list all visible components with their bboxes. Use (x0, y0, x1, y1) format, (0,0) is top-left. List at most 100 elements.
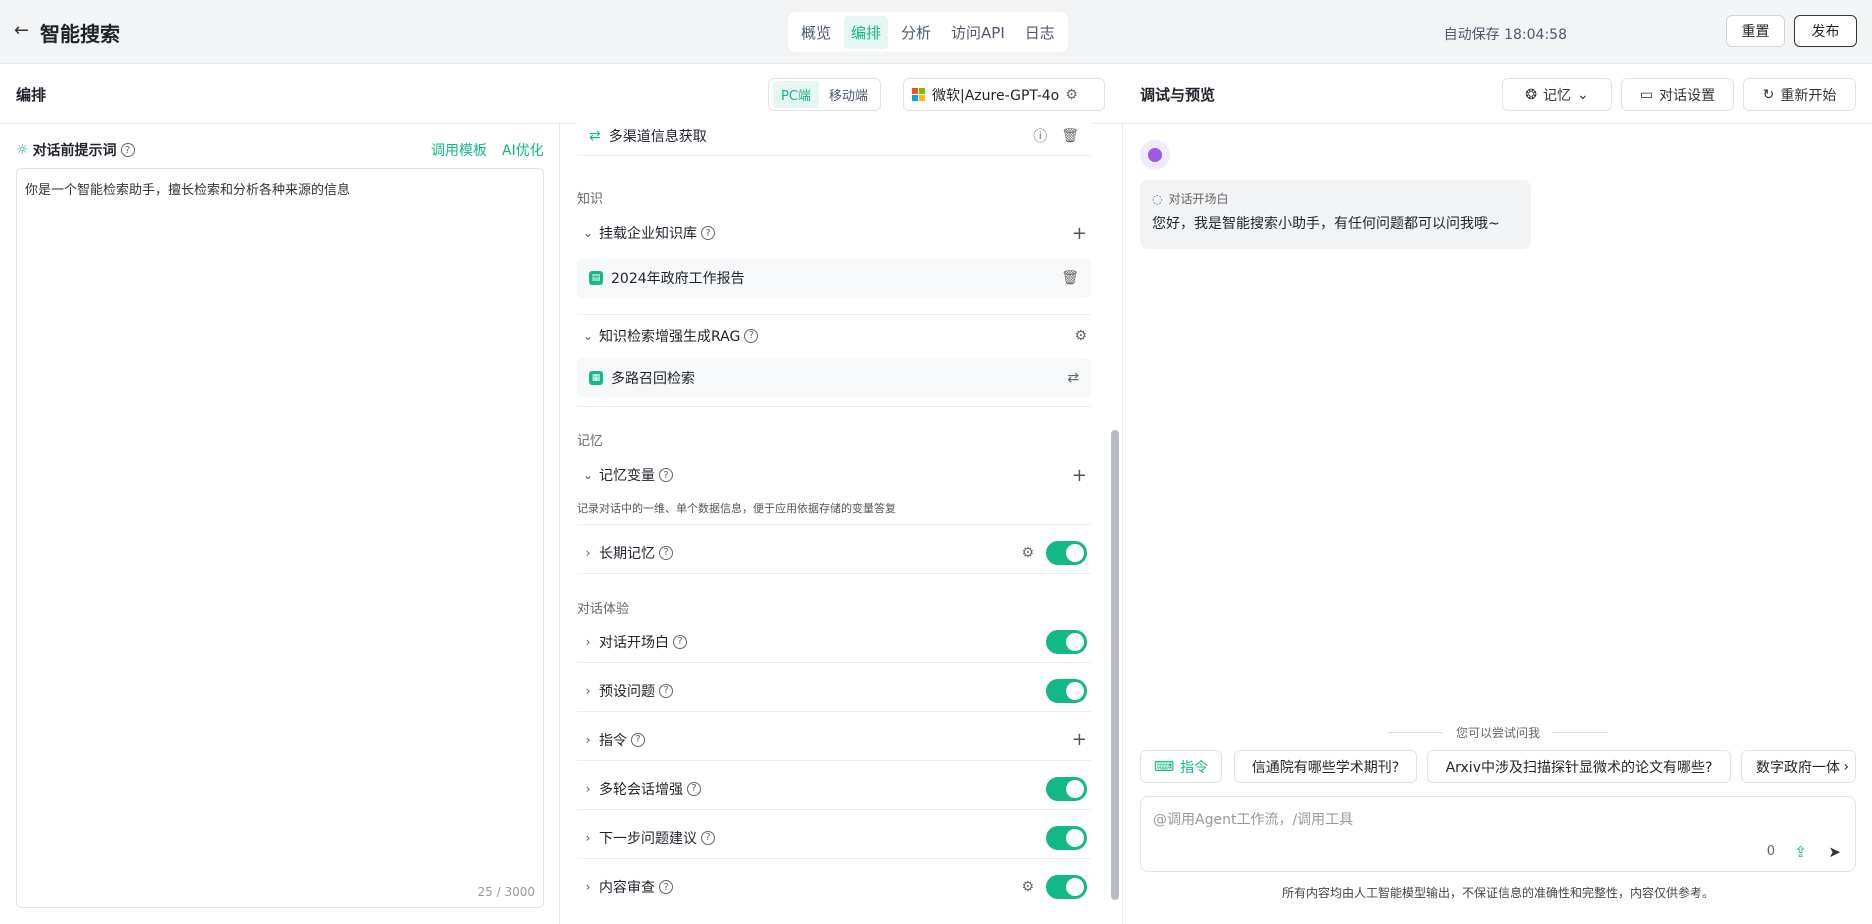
tab-api[interactable]: 访问API (944, 16, 1012, 49)
suggestion-chip[interactable]: Arxiv中涉及扫描探针显微术的论文有哪些? (1427, 750, 1731, 783)
opening-toggle[interactable] (1046, 629, 1087, 654)
rag-item[interactable]: ▦ 多路召回检索 ⇄ (577, 358, 1091, 398)
reset-button[interactable]: 重置 (1726, 15, 1785, 47)
plus-icon[interactable]: + (1072, 729, 1087, 750)
chevron-down-icon: ⌄ (1577, 86, 1589, 103)
chevron-down-icon[interactable]: ⌄ (577, 329, 599, 343)
chevron-right-icon[interactable]: › (577, 782, 599, 796)
help-icon[interactable]: ? (659, 880, 673, 894)
chevron-down-icon[interactable]: ⌄ (577, 468, 599, 482)
nextq-row[interactable]: › 下一步问题建议? (577, 817, 1091, 859)
rag-label: 知识检索增强生成RAG (599, 328, 741, 345)
gear-icon[interactable]: ⚙ (1074, 328, 1087, 344)
multiturn-row[interactable]: › 多轮会话增强? (577, 768, 1091, 810)
preset-row[interactable]: › 预设问题? (577, 670, 1091, 712)
prompt-label: ☼ 对话前提示词 ? (16, 140, 135, 160)
info-icon[interactable]: ⓘ (1033, 126, 1047, 146)
chevron-down-icon[interactable]: ⌄ (577, 226, 599, 240)
swap-icon[interactable]: ⇄ (1067, 370, 1079, 386)
tab-logs[interactable]: 日志 (1018, 16, 1062, 49)
try-asking-label: 您可以尝试问我 (1388, 724, 1608, 741)
help-icon[interactable]: ? (631, 732, 645, 747)
template-link[interactable]: 调用模板 (431, 140, 487, 160)
preview-title: 调试与预览 (1140, 86, 1216, 104)
keyboard-icon: ⌨ (1153, 758, 1175, 775)
help-icon[interactable]: ? (687, 781, 701, 796)
divider (577, 406, 1091, 407)
chevron-right-icon[interactable]: › (1843, 759, 1849, 775)
multiturn-toggle[interactable] (1046, 776, 1087, 801)
chevron-right-icon[interactable]: › (577, 880, 599, 894)
restart-button[interactable]: ↻ 重新开始 (1743, 78, 1856, 111)
review-toggle[interactable] (1046, 875, 1087, 899)
help-icon[interactable]: ? (701, 830, 715, 845)
tab-orchestrate[interactable]: 编排 (844, 15, 889, 49)
kb-item[interactable]: ▤ 2024年政府工作报告 🗑 (577, 258, 1091, 298)
help-icon[interactable]: ? (673, 634, 687, 649)
gear-icon[interactable]: ⚙ (1021, 879, 1034, 895)
preset-toggle[interactable] (1046, 678, 1087, 703)
restart-icon: ↻ (1762, 86, 1775, 103)
tool-item[interactable]: ⇄ 多渠道信息获取 ⓘ 🗑 (577, 116, 1091, 156)
kb-row[interactable]: ⌄ 挂载企业知识库? + (577, 212, 1091, 254)
review-row[interactable]: › 内容审查? ⚙ (577, 866, 1091, 908)
suggestion-chip[interactable]: 数字政府一体 › (1741, 750, 1856, 783)
trash-icon[interactable]: 🗑 (1061, 270, 1079, 286)
model-name: 微软|Azure-GPT-4o (932, 87, 1060, 104)
memvar-row[interactable]: ⌄ 记忆变量? + (577, 454, 1091, 496)
tab-analysis[interactable]: 分析 (894, 16, 938, 49)
memory-button[interactable]: ❂ 记忆 ⌄ (1502, 78, 1612, 111)
platform-mobile[interactable]: 移动端 (821, 81, 876, 108)
char-count: 25 / 3000 (477, 885, 535, 899)
kb-item-label: 2024年政府工作报告 (611, 271, 745, 287)
prompt-textarea[interactable]: 你是一个智能检索助手，擅长检索和分析各种来源的信息 25 / 3000 (16, 168, 544, 908)
opening-tag: 对话开场白 (1168, 192, 1229, 206)
trash-icon[interactable]: 🗑 (1061, 128, 1079, 144)
command-chip[interactable]: ⌨ 指令 (1140, 750, 1222, 783)
help-icon[interactable]: ? (701, 226, 715, 240)
chevron-right-icon[interactable]: › (577, 546, 599, 560)
gear-icon[interactable]: ⚙ (1021, 545, 1034, 561)
help-icon[interactable]: ? (744, 328, 759, 343)
memvar-description: 记录对话中的一维、单个数据信息，便于应用依据存储的变量答复 (577, 502, 896, 515)
gear-icon[interactable]: ⚙ (1065, 87, 1078, 103)
help-icon[interactable]: ? (659, 468, 673, 482)
arrow-left-icon[interactable]: ← (14, 20, 29, 41)
opening-label: 对话开场白 (599, 634, 669, 651)
book-icon: ▤ (589, 271, 603, 285)
tab-overview[interactable]: 概览 (794, 16, 838, 49)
command-row[interactable]: › 指令? + (577, 719, 1091, 761)
chevron-right-icon[interactable]: › (577, 831, 599, 845)
upload-icon[interactable]: ⇪ (1794, 843, 1807, 861)
plus-icon[interactable]: + (1072, 465, 1087, 486)
help-icon[interactable]: ? (659, 545, 673, 560)
longmem-toggle[interactable] (1046, 540, 1087, 565)
model-selector[interactable]: 微软|Azure-GPT-4o ⚙ (903, 78, 1105, 111)
chevron-right-icon[interactable]: › (577, 635, 599, 649)
ai-optimize-link[interactable]: AI优化 (502, 140, 544, 160)
review-label: 内容审查 (599, 880, 655, 896)
chevron-right-icon[interactable]: › (577, 684, 599, 698)
chat-settings-button[interactable]: ▭ 对话设置 (1621, 78, 1734, 111)
longmem-row[interactable]: › 长期记忆? ⚙ (577, 532, 1091, 574)
autosave-status: 自动保存 18:04:58 (1443, 27, 1567, 43)
opening-row[interactable]: › 对话开场白? (577, 621, 1091, 663)
tool-item-label: 多渠道信息获取 (608, 128, 707, 145)
plus-icon[interactable]: + (1072, 223, 1087, 244)
rag-item-label: 多路召回检索 (611, 371, 695, 387)
nextq-toggle[interactable] (1046, 825, 1087, 850)
platform-pc[interactable]: PC端 (773, 81, 819, 108)
rag-row[interactable]: ⌄ 知识检索增强生成RAG? ⚙ (577, 314, 1091, 356)
prompt-label-text: 对话前提示词 (32, 143, 117, 159)
longmem-label: 长期记忆 (599, 545, 655, 562)
help-icon[interactable]: ? (659, 683, 673, 698)
top-bar: ← 智能搜索 概览 编排 分析 访问API 日志 自动保存 18:04:58 重… (0, 0, 1872, 64)
publish-button[interactable]: 发布 (1794, 15, 1857, 47)
suggestion-chip[interactable]: 信通院有哪些学术期刊? (1234, 750, 1417, 783)
chat-input[interactable]: @调用Agent工作流，/调用工具 0 ⇪ ➤ (1140, 796, 1856, 872)
config-scrollbar[interactable] (1111, 430, 1119, 900)
help-icon[interactable]: ? (120, 143, 135, 157)
send-icon[interactable]: ➤ (1828, 843, 1841, 861)
chevron-right-icon[interactable]: › (577, 733, 599, 747)
opening-message-bubble: ◌ 对话开场白 您好，我是智能搜索小助手，有任何问题都可以问我哦~ (1140, 180, 1531, 249)
